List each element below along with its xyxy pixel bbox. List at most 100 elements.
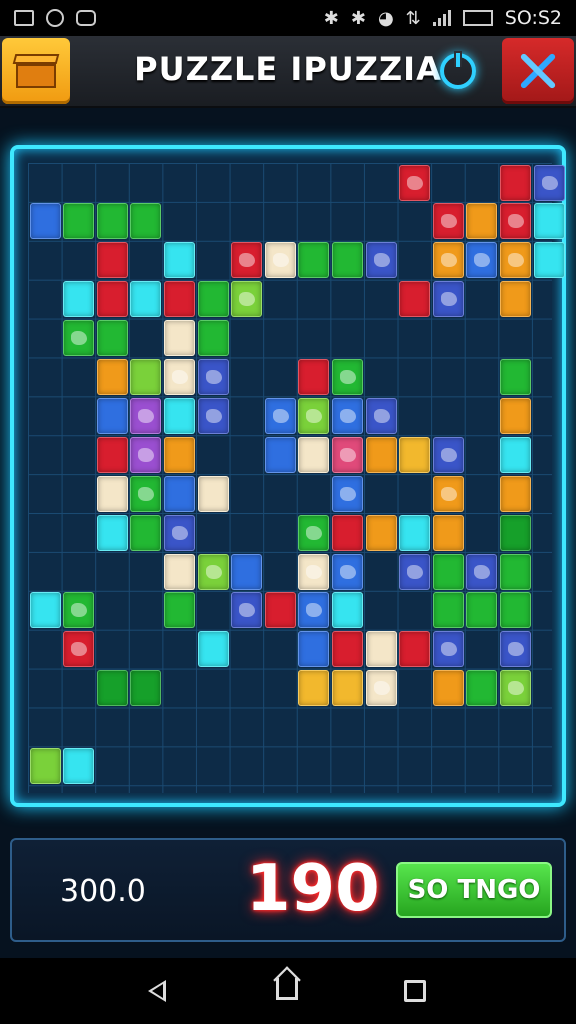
puzzle-piece[interactable]: [163, 359, 195, 395]
puzzle-piece[interactable]: [365, 631, 397, 668]
puzzle-piece[interactable]: [298, 670, 330, 707]
recent-apps-icon[interactable]: [404, 980, 426, 1002]
puzzle-piece[interactable]: [96, 436, 128, 473]
puzzle-piece[interactable]: [499, 164, 531, 201]
puzzle-piece[interactable]: [63, 592, 95, 629]
puzzle-piece[interactable]: [499, 553, 531, 590]
puzzle-piece[interactable]: [365, 436, 397, 473]
puzzle-piece[interactable]: [96, 320, 128, 357]
puzzle-piece[interactable]: [499, 359, 531, 395]
puzzle-piece[interactable]: [499, 242, 531, 279]
puzzle-piece[interactable]: [331, 397, 363, 434]
puzzle-piece[interactable]: [399, 436, 431, 473]
puzzle-piece[interactable]: [365, 397, 397, 434]
puzzle-piece[interactable]: [533, 242, 565, 279]
puzzle-piece[interactable]: [365, 242, 397, 279]
puzzle-piece[interactable]: [298, 242, 330, 279]
puzzle-piece[interactable]: [432, 631, 464, 668]
puzzle-piece[interactable]: [432, 436, 464, 473]
puzzle-piece[interactable]: [197, 631, 229, 668]
puzzle-piece[interactable]: [130, 359, 162, 395]
puzzle-piece[interactable]: [466, 553, 498, 590]
puzzle-piece[interactable]: [499, 436, 531, 473]
puzzle-piece[interactable]: [331, 359, 363, 395]
puzzle-piece[interactable]: [163, 281, 195, 318]
puzzle-piece[interactable]: [298, 397, 330, 434]
puzzle-piece[interactable]: [163, 475, 195, 512]
puzzle-piece[interactable]: [63, 281, 95, 318]
puzzle-piece[interactable]: [197, 397, 229, 434]
puzzle-piece[interactable]: [163, 320, 195, 357]
puzzle-piece[interactable]: [331, 514, 363, 551]
puzzle-piece[interactable]: [499, 281, 531, 318]
puzzle-piece[interactable]: [399, 281, 431, 318]
puzzle-piece[interactable]: [432, 203, 464, 240]
puzzle-piece[interactable]: [331, 475, 363, 512]
puzzle-piece[interactable]: [432, 514, 464, 551]
puzzle-piece[interactable]: [29, 748, 61, 784]
puzzle-piece[interactable]: [130, 514, 162, 551]
puzzle-piece[interactable]: [29, 203, 61, 240]
puzzle-piece[interactable]: [29, 592, 61, 629]
puzzle-piece[interactable]: [331, 436, 363, 473]
puzzle-piece[interactable]: [96, 670, 128, 707]
puzzle-piece[interactable]: [298, 514, 330, 551]
puzzle-piece[interactable]: [96, 359, 128, 395]
puzzle-piece[interactable]: [432, 281, 464, 318]
puzzle-piece[interactable]: [499, 631, 531, 668]
puzzle-piece[interactable]: [466, 670, 498, 707]
puzzle-piece[interactable]: [130, 670, 162, 707]
puzzle-piece[interactable]: [331, 553, 363, 590]
puzzle-piece[interactable]: [298, 553, 330, 590]
puzzle-piece[interactable]: [264, 592, 296, 629]
puzzle-piece[interactable]: [533, 203, 565, 240]
power-button[interactable]: [440, 51, 476, 89]
puzzle-piece[interactable]: [130, 397, 162, 434]
puzzle-piece[interactable]: [130, 203, 162, 240]
puzzle-piece[interactable]: [197, 320, 229, 357]
puzzle-piece[interactable]: [264, 242, 296, 279]
puzzle-piece[interactable]: [399, 164, 431, 201]
puzzle-piece[interactable]: [197, 359, 229, 395]
puzzle-piece[interactable]: [499, 203, 531, 240]
puzzle-piece[interactable]: [432, 475, 464, 512]
puzzle-piece[interactable]: [466, 592, 498, 629]
puzzle-piece[interactable]: [130, 475, 162, 512]
puzzle-piece[interactable]: [264, 397, 296, 434]
puzzle-piece[interactable]: [432, 670, 464, 707]
puzzle-piece[interactable]: [365, 514, 397, 551]
puzzle-piece[interactable]: [231, 592, 263, 629]
puzzle-piece[interactable]: [499, 475, 531, 512]
puzzle-piece[interactable]: [298, 436, 330, 473]
puzzle-piece[interactable]: [499, 514, 531, 551]
puzzle-piece[interactable]: [432, 553, 464, 590]
puzzle-piece[interactable]: [63, 748, 95, 784]
puzzle-piece[interactable]: [231, 242, 263, 279]
puzzle-piece[interactable]: [163, 436, 195, 473]
puzzle-piece[interactable]: [96, 397, 128, 434]
puzzle-piece[interactable]: [63, 203, 95, 240]
puzzle-piece[interactable]: [432, 592, 464, 629]
puzzle-piece[interactable]: [163, 514, 195, 551]
puzzle-piece[interactable]: [331, 670, 363, 707]
puzzle-piece[interactable]: [197, 475, 229, 512]
puzzle-piece[interactable]: [399, 631, 431, 668]
puzzle-piece[interactable]: [432, 242, 464, 279]
puzzle-grid[interactable]: [28, 163, 565, 793]
puzzle-piece[interactable]: [499, 670, 531, 707]
puzzle-piece[interactable]: [499, 592, 531, 629]
puzzle-piece[interactable]: [197, 281, 229, 318]
puzzle-piece[interactable]: [331, 242, 363, 279]
puzzle-piece[interactable]: [96, 475, 128, 512]
puzzle-piece[interactable]: [96, 514, 128, 551]
puzzle-piece[interactable]: [63, 320, 95, 357]
puzzle-piece[interactable]: [130, 436, 162, 473]
tools-button[interactable]: [502, 38, 574, 104]
puzzle-piece[interactable]: [96, 203, 128, 240]
puzzle-piece[interactable]: [331, 592, 363, 629]
puzzle-piece[interactable]: [533, 164, 565, 201]
puzzle-piece[interactable]: [163, 592, 195, 629]
puzzle-piece[interactable]: [365, 670, 397, 707]
puzzle-piece[interactable]: [399, 553, 431, 590]
puzzle-piece[interactable]: [466, 203, 498, 240]
